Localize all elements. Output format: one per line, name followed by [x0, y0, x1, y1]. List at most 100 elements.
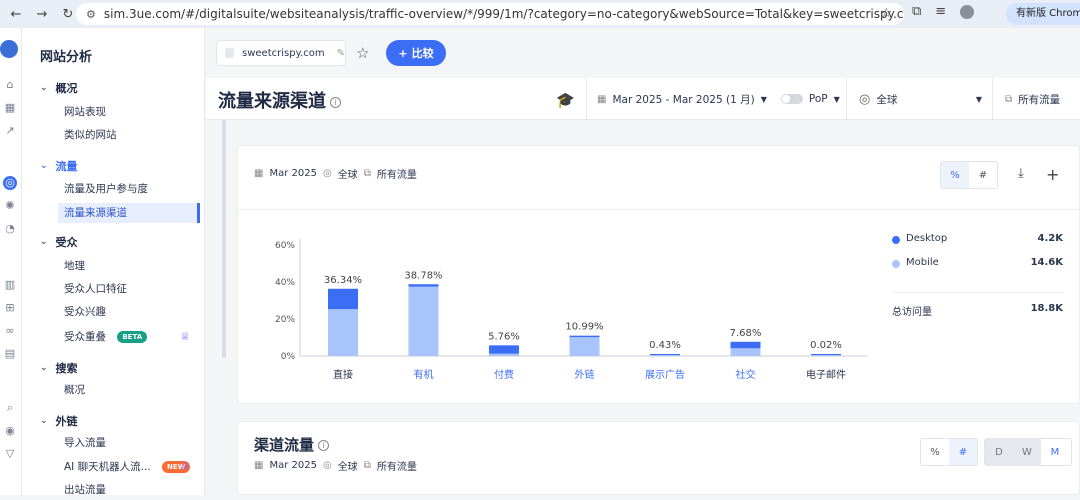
back-icon[interactable]: ←: [6, 4, 26, 24]
globe-icon: ◎: [859, 91, 871, 107]
info-icon[interactable]: i: [330, 96, 341, 108]
sidebar-item-similar-sites[interactable]: 类似的网站: [58, 125, 200, 145]
download-icon[interactable]: ⤓: [1018, 166, 1024, 181]
sidebar-scrollbar[interactable]: [222, 78, 226, 358]
sidebar-item-outgoing-traffic[interactable]: 出站流量: [58, 480, 200, 500]
legend-dot: [892, 260, 900, 268]
bar-mobile: [569, 337, 600, 356]
calendar-icon: ▦: [597, 93, 607, 105]
sidebar-item-incoming-traffic[interactable]: 导入流量: [58, 433, 200, 453]
number-toggle[interactable]: #: [969, 162, 997, 188]
pop-toggle[interactable]: [780, 94, 803, 104]
sidebar-item-demographics[interactable]: 受众人口特征: [58, 279, 200, 299]
percent-toggle[interactable]: %: [921, 439, 949, 465]
number-toggle[interactable]: #: [949, 439, 977, 465]
site-bar: sweetcrispy.com ✎ ☆ + 比较: [206, 28, 1080, 78]
link-icon[interactable]: ∞: [3, 324, 17, 338]
chevron-down-icon: ▼: [833, 94, 840, 104]
info-icon[interactable]: i: [318, 440, 330, 451]
grid-icon[interactable]: ▦: [3, 101, 17, 115]
sidebar-item-label: AI 聊天机器人流...: [64, 461, 151, 473]
app-logo[interactable]: [0, 40, 18, 58]
sidebar-section-referrals[interactable]: ⌄ 外链: [40, 413, 78, 429]
legend-item-mobile[interactable]: Mobile 14.6K: [888, 252, 1063, 276]
sidebar-section-overview[interactable]: ⌄ 概况: [40, 80, 78, 96]
metric-toggle: % #: [920, 438, 978, 466]
sidebar-item-ai-chatbot-traffic[interactable]: AI 聊天机器人流... NEW ♕: [58, 457, 200, 477]
bookmark-star-icon[interactable]: ☆: [880, 6, 892, 21]
sidebar-title: 网站分析: [40, 50, 93, 65]
reload-icon[interactable]: ↻: [58, 4, 78, 24]
granularity-toggle: D W M: [984, 438, 1072, 466]
country-selector[interactable]: ◎ 全球 ▼: [846, 78, 992, 120]
academy-cap-icon[interactable]: 🎓: [556, 91, 575, 109]
granularity-day[interactable]: D: [985, 439, 1013, 465]
y-tick-label: 0%: [281, 352, 296, 362]
filter-icon[interactable]: ▽: [3, 447, 17, 461]
y-tick-label: 60%: [275, 241, 295, 251]
sidebar-item-interests[interactable]: 受众兴趣: [58, 302, 200, 322]
search-icon[interactable]: ⌕: [3, 401, 17, 415]
sidebar-item-search-overview[interactable]: 概况: [58, 380, 200, 400]
x-tick-label: 社交: [736, 368, 756, 381]
x-tick-label: 电子邮件: [806, 368, 846, 381]
date-range-picker[interactable]: ▦ Mar 2025 - Mar 2025 (1 月) ▼ PoP ▼: [586, 78, 846, 120]
sidebar-item-traffic-sources[interactable]: 流量来源渠道: [58, 203, 200, 223]
sidebar-section-audience[interactable]: ⌄ 受众: [40, 234, 78, 250]
beta-badge: BETA: [117, 331, 148, 343]
globe-icon[interactable]: ◎: [3, 176, 17, 190]
address-bar[interactable]: ⚙ sim.3ue.com/#/digitalsuite/websiteanal…: [76, 3, 904, 25]
add-icon[interactable]: +: [1046, 165, 1059, 184]
granularity-week[interactable]: W: [1013, 439, 1041, 465]
card-title: 渠道流量 i: [254, 434, 330, 455]
url-text: sim.3ue.com/#/digitalsuite/websiteanalys…: [103, 7, 904, 21]
keyword-icon[interactable]: ⊞: [3, 301, 17, 315]
y-tick-label: 40%: [275, 278, 295, 288]
browser-toolbar: ← → ↻ ⚙ sim.3ue.com/#/digitalsuite/websi…: [0, 0, 1080, 28]
x-tick-label: 直接: [333, 368, 353, 381]
traffic-type-selector[interactable]: ⧉ 所有流量: [992, 78, 1080, 120]
data-label: 5.76%: [488, 331, 520, 342]
bar-desktop: [569, 335, 600, 338]
sidebar-item-traffic-engagement[interactable]: 流量及用户参与度: [58, 179, 200, 199]
sidebar-item-geography[interactable]: 地理: [58, 256, 200, 276]
chrome-update-button[interactable]: 有新版 Chrome: [1006, 3, 1080, 25]
bar-desktop: [650, 354, 680, 355]
ad-icon[interactable]: ▤: [3, 347, 17, 361]
granularity-month[interactable]: M: [1041, 439, 1069, 465]
sidebar-section-traffic[interactable]: ⌄ 流量: [40, 158, 78, 174]
x-tick-label: 外链: [575, 368, 595, 381]
chevron-down-icon: ⌄: [40, 416, 48, 426]
legend-dot: [892, 236, 900, 244]
y-tick-label: 20%: [275, 315, 295, 325]
data-label: 0.02%: [810, 340, 842, 351]
extensions-icon[interactable]: ⧉: [912, 4, 921, 19]
bar-mobile: [650, 355, 680, 356]
sidebar-item-audience-overlap[interactable]: 受众重叠 BETA ♕: [58, 327, 200, 347]
site-domain: sweetcrispy.com: [242, 47, 325, 59]
trend-icon[interactable]: ↗: [3, 124, 17, 138]
profile-avatar[interactable]: [960, 4, 975, 19]
pie-icon[interactable]: ◔: [3, 222, 17, 236]
site-settings-icon[interactable]: ⚙: [86, 8, 96, 21]
data-label: 0.43%: [649, 340, 681, 351]
reading-list-icon[interactable]: ≡: [935, 4, 946, 19]
traffic-channel-chart: 0% 20% 40% 60% 36.34% 直接 38.78% 有机 5.76% 付费 10.99%…: [275, 239, 868, 381]
edit-icon[interactable]: ✎: [337, 48, 345, 59]
bar-chart-icon[interactable]: ▥: [3, 278, 17, 292]
compass-icon[interactable]: ✺: [3, 199, 17, 213]
forward-icon[interactable]: →: [32, 4, 52, 24]
compare-button[interactable]: + 比较: [386, 40, 446, 66]
percent-toggle[interactable]: %: [941, 162, 969, 188]
sidebar-item-website-performance[interactable]: 网站表现: [58, 102, 200, 122]
legend-item-desktop[interactable]: Desktop 4.2K: [888, 228, 1063, 252]
target-icon[interactable]: ◉: [3, 424, 17, 438]
favorite-star-icon[interactable]: ☆: [356, 44, 369, 62]
site-selector[interactable]: sweetcrispy.com ✎: [216, 40, 346, 66]
bar-desktop: [328, 288, 358, 310]
devices-icon: ⧉: [1005, 93, 1013, 105]
sidebar-section-search[interactable]: ⌄ 搜索: [40, 360, 78, 376]
data-label: 7.68%: [730, 328, 762, 339]
home-icon[interactable]: ⌂: [3, 78, 17, 92]
data-label: 36.34%: [324, 275, 362, 286]
